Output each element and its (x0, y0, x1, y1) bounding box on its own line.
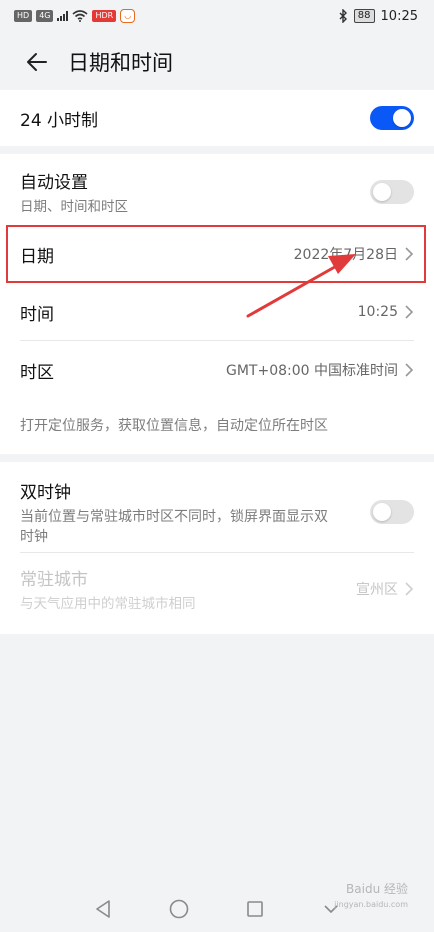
row-timezone-label: 时区 (20, 362, 54, 383)
chevron-right-icon (405, 363, 414, 377)
chevron-right-icon (405, 247, 414, 261)
row-dual-clock[interactable]: 双时钟 当前位置与常驻城市时区不同时，锁屏界面显示双时钟 (20, 472, 414, 552)
circle-home-icon (169, 899, 189, 918)
row-date-label: 日期 (20, 246, 54, 267)
row-dual-clock-text: 双时钟 当前位置与常驻城市时区不同时，锁屏界面显示双时钟 (20, 478, 340, 547)
toggle-24-hour[interactable] (370, 106, 414, 130)
row-date[interactable]: 日期 2022年7月28日 (20, 226, 414, 282)
row-24-hour[interactable]: 24 小时制 (20, 90, 414, 146)
row-auto-sublabel: 日期、时间和时区 (20, 198, 128, 215)
card-24h: 24 小时制 (0, 90, 434, 146)
app-notification-icon: ◡ (120, 9, 136, 23)
location-hint: 打开定位服务，获取位置信息，自动定位所在时区 (20, 418, 328, 434)
divider (20, 340, 414, 341)
row-home-city-value-group: 宣州区 (356, 579, 414, 599)
back-button[interactable] (16, 42, 56, 82)
row-timezone-value-group: GMT+08:00 中国标准时间 (226, 360, 414, 380)
toggle-dual-clock[interactable] (370, 500, 414, 524)
row-24-hour-label: 24 小时制 (20, 110, 99, 131)
signal-icon (57, 11, 69, 21)
row-date-value-group: 2022年7月28日 (294, 244, 414, 264)
row-auto-set[interactable]: 自动设置 日期、时间和时区 (20, 162, 414, 222)
chevron-right-icon (405, 305, 414, 319)
watermark-line1: Baidu 经验 (346, 882, 408, 896)
status-right: 88 10:25 (338, 9, 418, 24)
wifi-icon (72, 10, 89, 22)
watermark: Baidu 经验 jingyan.baidu.com (334, 882, 408, 912)
row-timezone-value: GMT+08:00 中国标准时间 (225, 363, 398, 379)
card-date-time: 自动设置 日期、时间和时区 日期 2022年7月28日 时间 10:25 时区 … (0, 154, 434, 454)
status-left: HD 4G HDR ◡ (14, 9, 136, 23)
row-dual-clock-label: 双时钟 (20, 482, 71, 503)
app-header: 日期和时间 (0, 40, 434, 84)
row-time-label: 时间 (20, 304, 54, 325)
divider (20, 552, 414, 553)
row-date-value: 2022年7月28日 (293, 247, 398, 263)
nav-recents-button[interactable] (242, 896, 268, 922)
triangle-back-icon (96, 899, 110, 918)
row-dual-clock-sublabel: 当前位置与常驻城市时区不同时，锁屏界面显示双时钟 (20, 508, 328, 545)
row-timezone[interactable]: 时区 GMT+08:00 中国标准时间 (20, 342, 414, 398)
watermark-line2: jingyan.baidu.com (334, 900, 408, 909)
app-notification-badge: HDR (92, 10, 117, 22)
status-bar: HD 4G HDR ◡ 88 10:25 (0, 0, 434, 32)
toggle-knob (373, 503, 391, 521)
row-time[interactable]: 时间 10:25 (20, 284, 414, 340)
row-home-city-label: 常驻城市 (20, 569, 88, 590)
row-time-value-group: 10:25 (358, 304, 414, 320)
row-auto-text: 自动设置 日期、时间和时区 (20, 168, 128, 217)
square-recents-icon (247, 900, 263, 917)
network-badge: 4G (36, 10, 54, 22)
row-home-city-text: 常驻城市 与天气应用中的常驻城市相同 (20, 565, 196, 614)
nav-back-button[interactable] (90, 896, 116, 922)
chevron-right-icon (405, 582, 414, 596)
row-time-value: 10:25 (357, 304, 398, 320)
toggle-auto-set[interactable] (370, 180, 414, 204)
nav-home-button[interactable] (166, 896, 192, 922)
location-hint-row: 打开定位服务，获取位置信息，自动定位所在时区 (20, 406, 414, 446)
clock-time: 10:25 (380, 8, 418, 24)
toggle-knob (373, 183, 391, 201)
row-home-city-sublabel: 与天气应用中的常驻城市相同 (20, 595, 196, 612)
battery-icon: 88 (353, 9, 375, 23)
toggle-knob (393, 109, 411, 127)
row-home-city-value: 宣州区 (356, 582, 398, 598)
row-auto-label: 自动设置 (20, 172, 88, 193)
bluetooth-icon (339, 9, 347, 23)
page-title: 日期和时间 (68, 51, 173, 75)
arrow-left-icon (27, 53, 47, 71)
card-dual-clock: 双时钟 当前位置与常驻城市时区不同时，锁屏界面显示双时钟 常驻城市 与天气应用中… (0, 462, 434, 634)
hd-badge: HD (14, 10, 33, 22)
row-home-city: 常驻城市 与天气应用中的常驻城市相同 宣州区 (20, 558, 414, 620)
